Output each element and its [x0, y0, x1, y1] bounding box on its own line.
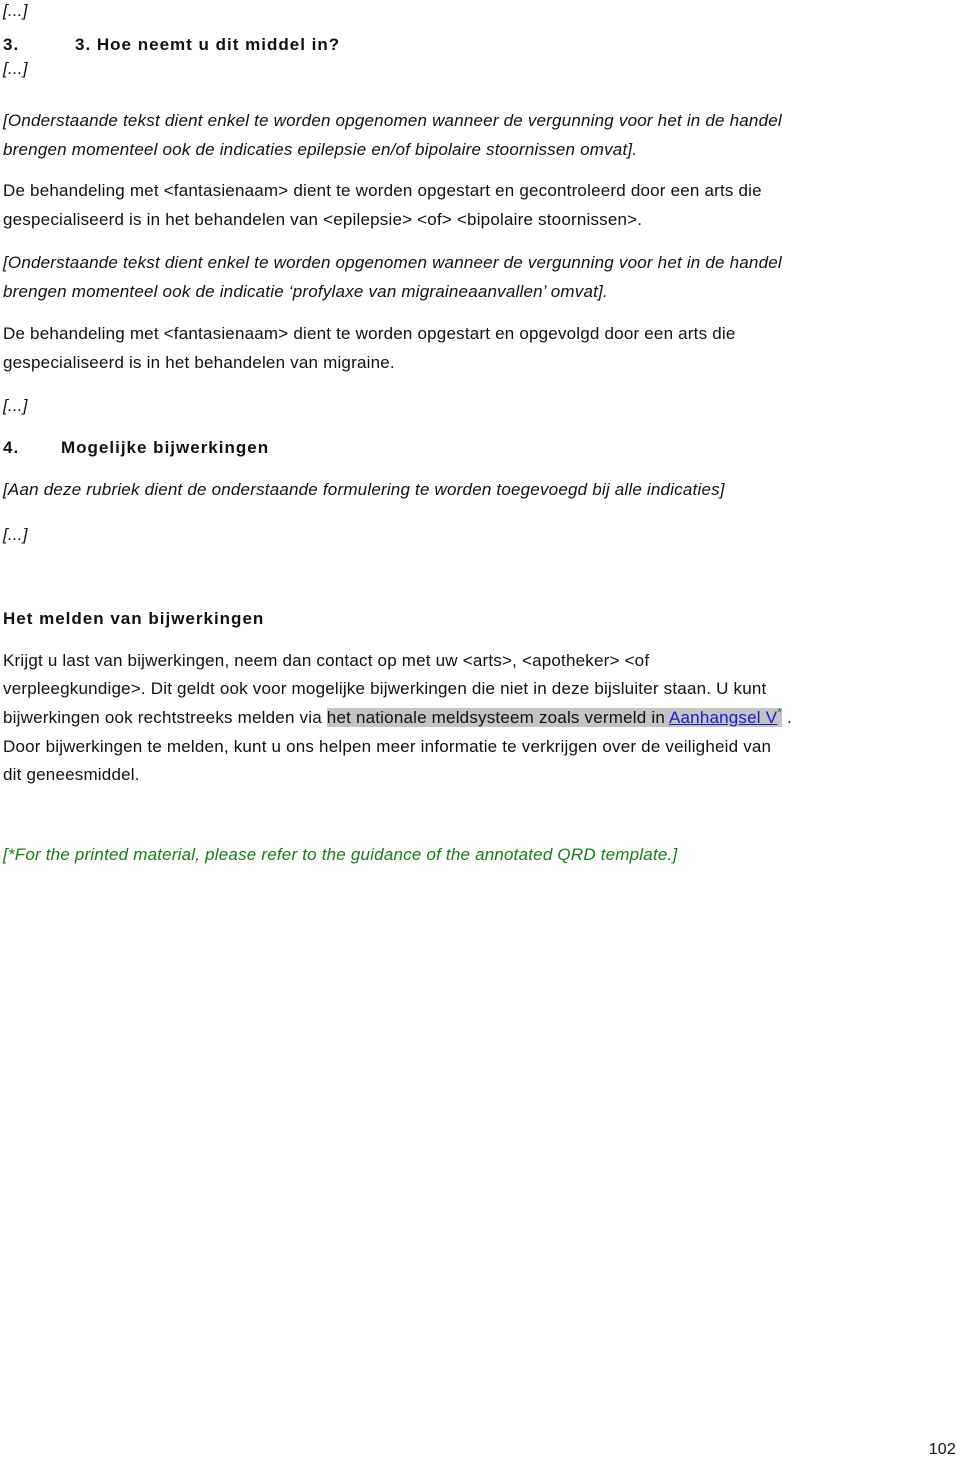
- note-line: brengen momenteel ook de indicatie ‘prof…: [3, 282, 608, 301]
- reporting-heading: Het melden van bijwerkingen: [3, 609, 265, 628]
- section-4-note: [Aan deze rubriek dient de onderstaande …: [3, 480, 725, 499]
- body-line: De behandeling met <fantasienaam> dient …: [3, 181, 762, 200]
- reporting-line: Door bijwerkingen te melden, kunt u ons …: [3, 737, 772, 756]
- body-line: gespecialiseerd is in het behandelen van…: [3, 210, 643, 229]
- footnote-guidance: [*For the printed material, please refer…: [3, 845, 678, 864]
- reporting-line: bijwerkingen ook rechtstreeks melden via…: [3, 706, 792, 729]
- section-3-title: 3. Hoe neemt u dit middel in?: [75, 35, 341, 54]
- note-line: [Onderstaande tekst dient enkel te worde…: [3, 111, 782, 130]
- reporting-line: dit geneesmiddel.: [3, 765, 140, 784]
- appendix-v-link[interactable]: Aanhangsel V: [669, 708, 777, 727]
- section-3-heading: 3. 3. Hoe neemt u dit middel in?: [3, 34, 340, 56]
- ellipsis-marker: [...]: [3, 59, 28, 78]
- reporting-line: verpleegkundige>. Dit geldt ook voor mog…: [3, 679, 767, 698]
- ellipsis-marker: [...]: [3, 396, 28, 415]
- body-line: De behandeling met <fantasienaam> dient …: [3, 324, 736, 343]
- ellipsis-marker: [...]: [3, 1, 28, 20]
- page-number: 102: [928, 1441, 956, 1458]
- section-3-number: 3.: [3, 35, 20, 54]
- ellipsis-marker: [...]: [3, 525, 28, 544]
- note-line: brengen momenteel ook de indicaties epil…: [3, 140, 638, 159]
- section-4-title: Mogelijke bijwerkingen: [61, 438, 270, 457]
- body-line: gespecialiseerd is in het behandelen van…: [3, 353, 395, 372]
- highlighted-reporting-text: het nationale meldsysteem zoals vermeld …: [326, 708, 669, 727]
- highlighted-text: het nationale meldsysteem zoals vermeld …: [326, 706, 783, 727]
- note-line: [Onderstaande tekst dient enkel te worde…: [3, 253, 782, 272]
- section-4-heading: 4. Mogelijke bijwerkingen: [3, 437, 269, 459]
- reporting-text: .: [782, 708, 792, 727]
- section-4-number: 4.: [3, 438, 20, 457]
- reporting-text: bijwerkingen ook rechtstreeks melden via: [3, 708, 327, 727]
- reporting-line: Krijgt u last van bijwerkingen, neem dan…: [3, 651, 650, 670]
